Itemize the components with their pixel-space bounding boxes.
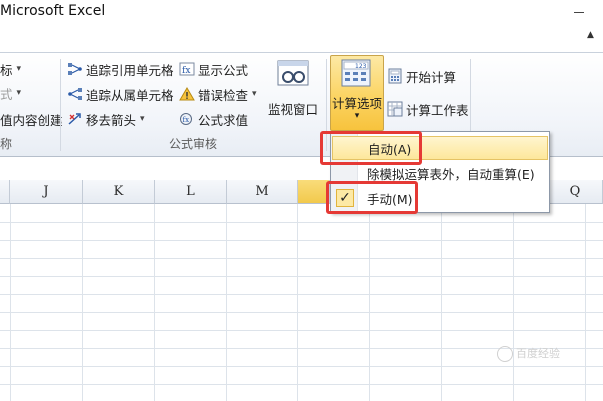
error-checking-label: 错误检查 <box>198 87 249 103</box>
defined-names-item-2-label: 式 <box>0 86 13 102</box>
grid-line <box>0 312 603 313</box>
grid-line <box>0 240 603 241</box>
grid-line <box>0 222 603 223</box>
watermark: 百度经验 <box>497 345 560 362</box>
dropdown-arrow-icon: ▾ <box>16 88 22 98</box>
defined-names-item-1-label: 标 <box>0 62 13 78</box>
column-header-j[interactable]: J <box>10 180 83 204</box>
remove-arrows-button[interactable]: 移去箭头 ▾ <box>66 109 145 129</box>
group-separator <box>60 59 61 151</box>
svg-text:fx: fx <box>182 66 190 76</box>
column-header-l[interactable]: L <box>155 180 227 204</box>
highlight-box-manual <box>326 181 418 214</box>
evaluate-formula-button[interactable]: fx 公式求值 <box>178 109 248 129</box>
create-from-selection-button[interactable]: 值内容创建 <box>0 109 63 129</box>
dropdown-arrow-icon: ▾ <box>252 89 257 99</box>
defined-names-item-2[interactable]: 式 ▾ <box>0 83 21 103</box>
window-title: Microsoft Excel <box>0 3 106 19</box>
trace-precedents-icon <box>66 61 84 77</box>
show-formulas-icon: fx <box>178 61 196 77</box>
menu-item-automatic-except-tables-label: 除模拟运算表外，自动重算(E) <box>367 166 535 182</box>
ribbon-collapse-icon[interactable]: ▲ <box>587 30 594 40</box>
grid-line <box>82 204 83 401</box>
grid-line <box>0 384 603 385</box>
calculator-icon: 123 <box>341 59 371 90</box>
grid-line <box>10 204 11 401</box>
watch-window-label: 监视窗口 <box>268 102 319 117</box>
calculate-now-icon <box>386 68 404 84</box>
calculate-sheet-label: 计算工作表 <box>406 102 469 118</box>
watermark-text: 百度经验 <box>516 347 560 360</box>
watermark-logo-icon <box>497 346 513 362</box>
column-header-m[interactable]: M <box>227 180 298 204</box>
grid-line <box>513 204 514 401</box>
watch-window-icon <box>276 57 310 94</box>
grid-line <box>0 276 603 277</box>
remove-arrows-icon <box>66 111 84 127</box>
column-header-q[interactable]: Q <box>548 180 603 204</box>
evaluate-formula-label: 公式求值 <box>198 112 249 128</box>
column-header-k[interactable]: K <box>83 180 155 204</box>
grid-line <box>0 366 603 367</box>
trace-dependents-button[interactable]: 追踪从属单元格 <box>66 84 174 104</box>
grid-line <box>441 204 442 401</box>
grid-line <box>585 204 586 401</box>
grid-line <box>154 204 155 401</box>
highlight-box-automatic <box>320 131 422 165</box>
formula-auditing-group-label: 公式审核 <box>169 137 218 151</box>
grid-line <box>369 204 370 401</box>
evaluate-formula-icon: fx <box>178 111 196 127</box>
defined-names-group-label: 称 <box>0 137 13 151</box>
dropdown-arrow-icon: ▾ <box>16 64 22 74</box>
calculation-options-button[interactable]: 123 计算选项 ▾ <box>330 55 384 131</box>
grid-line <box>226 204 227 401</box>
minimize-icon[interactable] <box>574 12 584 13</box>
dropdown-arrow-icon: ▾ <box>140 114 145 124</box>
trace-dependents-icon <box>66 86 84 102</box>
calculator-display: 123 <box>355 63 367 70</box>
calculate-now-label: 开始计算 <box>406 69 457 85</box>
dropdown-arrow-icon: ▾ <box>354 111 360 121</box>
trace-precedents-label: 追踪引用单元格 <box>86 62 174 78</box>
calculate-now-button[interactable]: 开始计算 <box>386 66 456 86</box>
create-from-selection-label: 值内容创建 <box>0 112 63 128</box>
show-formulas-label: 显示公式 <box>198 62 249 78</box>
grid-line <box>0 330 603 331</box>
title-bar: Microsoft Excel ▲ <box>0 0 603 40</box>
column-header-partial[interactable] <box>0 180 10 204</box>
grid-line <box>0 258 603 259</box>
remove-arrows-label: 移去箭头 <box>86 112 137 128</box>
error-checking-icon <box>178 86 196 102</box>
trace-precedents-button[interactable]: 追踪引用单元格 <box>66 59 174 79</box>
trace-dependents-label: 追踪从属单元格 <box>86 87 174 103</box>
show-formulas-button[interactable]: fx 显示公式 <box>178 59 248 79</box>
calculate-sheet-button[interactable]: 计算工作表 <box>386 99 469 119</box>
grid-line <box>297 204 298 401</box>
grid-line <box>0 294 603 295</box>
calculation-options-label: 计算选项 <box>331 96 382 111</box>
calculate-sheet-icon <box>386 101 404 117</box>
svg-text:fx: fx <box>183 116 190 124</box>
watch-window-button[interactable]: 监视窗口 <box>268 57 318 118</box>
error-checking-button[interactable]: 错误检查 ▾ <box>178 84 257 104</box>
defined-names-item-1[interactable]: 标 ▾ <box>0 59 21 79</box>
